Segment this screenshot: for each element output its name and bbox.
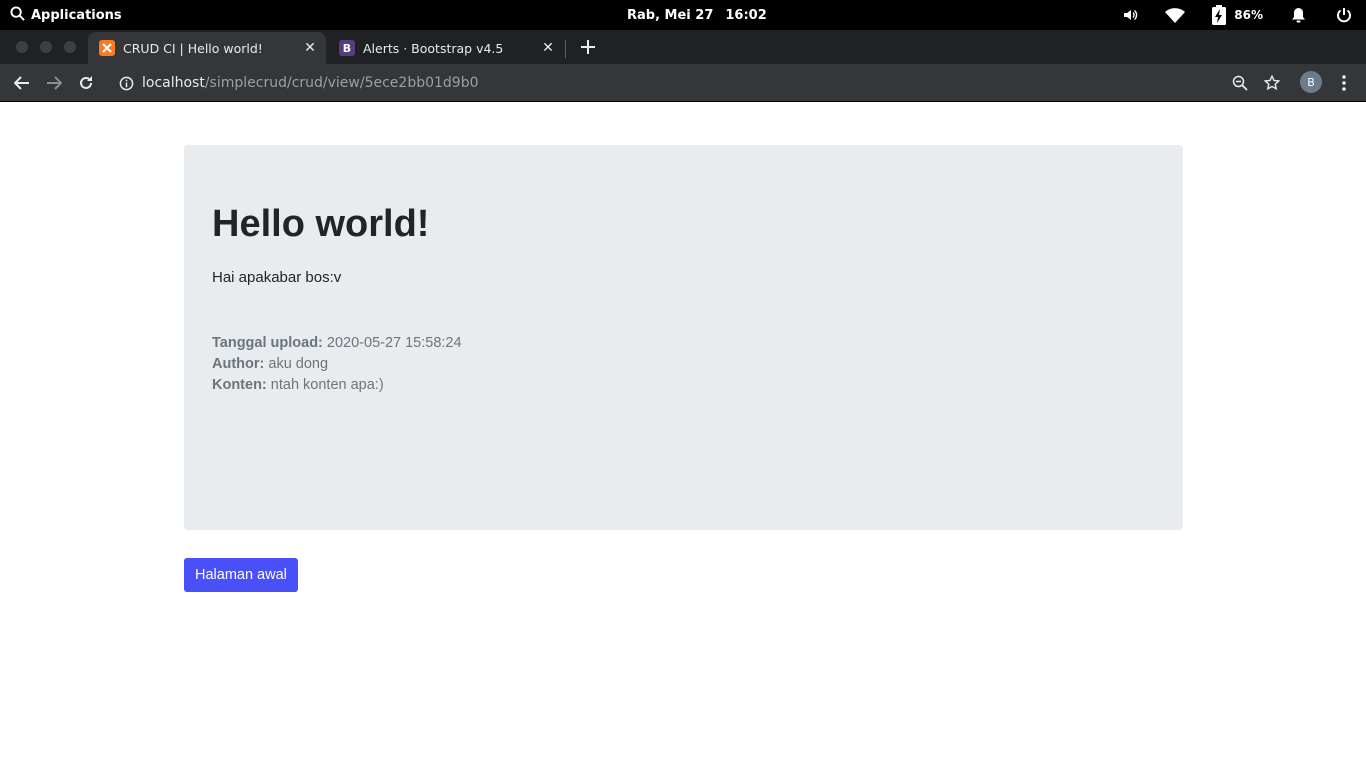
applications-menu[interactable]: Applications: [10, 0, 122, 30]
reload-icon[interactable]: [72, 69, 100, 97]
meta-upload-date: Tanggal upload: 2020-05-27 15:58:24: [212, 333, 462, 354]
window-maximize-dot[interactable]: [64, 41, 76, 53]
post-meta: Tanggal upload: 2020-05-27 15:58:24 Auth…: [212, 333, 462, 396]
forward-arrow-icon[interactable]: [40, 69, 68, 97]
xampp-icon: [99, 40, 115, 56]
search-icon: [10, 5, 25, 25]
profile-avatar[interactable]: B: [1300, 71, 1322, 93]
meta-value: ntah konten apa:): [270, 377, 384, 393]
battery-percentage: 86%: [1234, 8, 1263, 22]
bookmark-star-icon[interactable]: [1258, 69, 1286, 97]
browser-toolbar: localhost/simplecrud/crud/view/5ece2bb01…: [0, 64, 1366, 102]
meta-author: Author: aku dong: [212, 354, 462, 375]
time-label: 16:02: [725, 7, 767, 23]
volume-icon[interactable]: [1122, 7, 1138, 23]
address-bar[interactable]: localhost/simplecrud/crud/view/5ece2bb01…: [110, 67, 1290, 99]
url-text: localhost/simplecrud/crud/view/5ece2bb01…: [142, 75, 479, 91]
home-page-button[interactable]: Halaman awal: [184, 558, 298, 592]
meta-value: 2020-05-27 15:58:24: [326, 335, 462, 351]
close-icon[interactable]: ✕: [300, 38, 320, 58]
system-tray: 86%: [1122, 0, 1352, 30]
meta-value: aku dong: [268, 356, 329, 372]
close-icon[interactable]: ✕: [538, 38, 558, 58]
page-title: Hello world!: [212, 203, 430, 245]
page-content: Hello world! Hai apakabar bos:v Tanggal …: [0, 102, 1366, 768]
zoom-out-icon[interactable]: [1226, 69, 1254, 97]
tab-bootstrap-alerts[interactable]: B Alerts · Bootstrap v4.5 ✕: [328, 32, 564, 64]
tab-crud-ci[interactable]: CRUD CI | Hello world! ✕: [88, 32, 326, 64]
jumbotron: Hello world! Hai apakabar bos:v Tanggal …: [184, 145, 1183, 530]
meta-content: Konten: ntah konten apa:): [212, 375, 462, 396]
bootstrap-icon: B: [339, 40, 355, 56]
back-arrow-icon[interactable]: [8, 69, 36, 97]
tab-title: Alerts · Bootstrap v4.5: [363, 40, 504, 56]
notification-bell-icon[interactable]: [1291, 7, 1306, 23]
tab-title: CRUD CI | Hello world!: [123, 40, 263, 56]
meta-label: Author:: [212, 356, 265, 372]
menu-kebab-icon[interactable]: [1330, 69, 1358, 97]
clock[interactable]: Rab, Mei 27 16:02: [627, 0, 767, 30]
wifi-icon[interactable]: [1164, 7, 1186, 23]
url-path: /simplecrud/crud/view/5ece2bb01d9b0: [204, 75, 479, 91]
date-label: Rab, Mei 27: [627, 7, 714, 23]
new-tab-plus-icon[interactable]: [576, 35, 600, 59]
battery-charging-icon[interactable]: [1212, 5, 1227, 25]
applications-label: Applications: [31, 7, 122, 23]
info-icon[interactable]: [118, 75, 134, 91]
window-minimize-dot[interactable]: [40, 41, 52, 53]
window-close-dot[interactable]: [16, 41, 28, 53]
power-icon[interactable]: [1336, 7, 1352, 23]
tab-separator: [565, 40, 566, 58]
url-host: localhost: [142, 75, 205, 91]
meta-label: Konten:: [212, 377, 267, 393]
meta-label: Tanggal upload:: [212, 335, 323, 351]
lead-text: Hai apakabar bos:v: [212, 269, 342, 286]
system-top-bar: Applications Rab, Mei 27 16:02 86%: [0, 0, 1366, 30]
